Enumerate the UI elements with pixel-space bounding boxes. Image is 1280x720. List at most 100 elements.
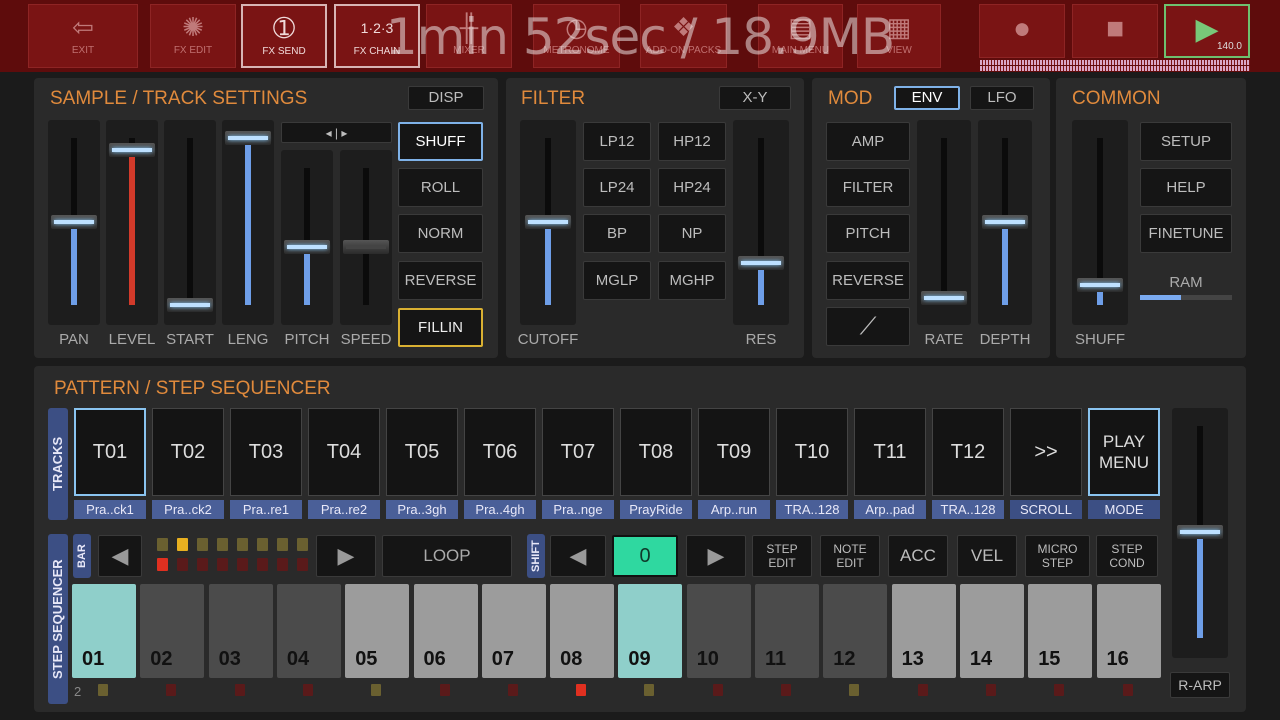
bar-led[interactable] [217, 558, 228, 571]
bar-led[interactable] [157, 538, 168, 551]
bar-prev-button[interactable]: ◀ [98, 535, 142, 577]
env-tab[interactable]: ENV [894, 86, 960, 110]
start-handle[interactable] [167, 298, 213, 312]
toolbar-fx-edit-button[interactable]: ✺ FX EDIT [150, 4, 236, 68]
step-button-13[interactable]: 13 [891, 584, 956, 678]
step-button-10[interactable]: 10 [686, 584, 751, 678]
leng-fader[interactable] [222, 120, 274, 325]
reverse-button[interactable]: REVERSE [398, 261, 483, 300]
rate-fader[interactable] [917, 120, 971, 325]
speed-fader[interactable] [340, 150, 392, 325]
loop-button[interactable]: LOOP [382, 535, 512, 577]
res-fader[interactable] [733, 120, 789, 325]
bar-led[interactable] [157, 558, 168, 571]
toolbar-fx-chain-button[interactable]: 1·2·3 FX CHAIN [334, 4, 420, 68]
step-button-16[interactable]: 16 [1096, 584, 1161, 678]
step-button-12[interactable]: 12 [823, 584, 888, 678]
micro-step-button[interactable]: MICRO STEP [1025, 535, 1090, 577]
step-button-11[interactable]: 11 [755, 584, 819, 678]
filter-lp12-button[interactable]: LP12 [583, 122, 651, 161]
track-name-13[interactable]: SCROLL [1010, 500, 1082, 519]
envelope-shape-button[interactable]: ⟋ [826, 307, 910, 346]
bar-led[interactable] [257, 558, 268, 571]
track-button-13[interactable]: >> [1010, 408, 1082, 496]
toolbar-fx-send-button[interactable]: ➀ FX SEND [241, 4, 327, 68]
filter-bp-button[interactable]: BP [583, 214, 651, 253]
filter-lp24-button[interactable]: LP24 [583, 168, 651, 207]
start-fader[interactable] [164, 120, 216, 325]
step-button-14[interactable]: 14 [959, 584, 1024, 678]
pan-fader[interactable] [48, 120, 100, 325]
track-name-11[interactable]: Arp..pad [854, 500, 926, 519]
track-button-2[interactable]: T02 [152, 408, 224, 496]
bar-led[interactable] [197, 538, 208, 551]
step-button-05[interactable]: 05 [345, 584, 410, 678]
mod-amp-button[interactable]: AMP [826, 122, 910, 161]
track-name-14[interactable]: MODE [1088, 500, 1160, 519]
norm-button[interactable]: NORM [398, 214, 483, 253]
bar-led[interactable] [277, 538, 288, 551]
lfo-tab[interactable]: LFO [970, 86, 1034, 110]
level-handle[interactable] [109, 142, 155, 157]
track-button-10[interactable]: T10 [776, 408, 848, 496]
fillin-button[interactable]: FILLIN [398, 308, 483, 347]
bar-led[interactable] [217, 538, 228, 551]
step-button-15[interactable]: 15 [1028, 584, 1093, 678]
cutoff-handle[interactable] [525, 214, 571, 229]
pan-handle[interactable] [51, 214, 97, 229]
stop-button[interactable]: ■ [1072, 4, 1158, 58]
xy-button[interactable]: X-Y [719, 86, 791, 110]
filter-mghp-button[interactable]: MGHP [658, 261, 726, 300]
r-arp-button[interactable]: R-ARP [1170, 672, 1230, 698]
toolbar-metronome-button[interactable]: ◷ METRONOME [533, 4, 620, 68]
track-button-3[interactable]: T03 [230, 408, 302, 496]
finetune-button[interactable]: FINETUNE [1140, 214, 1232, 253]
filter-np-button[interactable]: NP [658, 214, 726, 253]
step-button-08[interactable]: 08 [550, 584, 615, 678]
shuff-button[interactable]: SHUFF [398, 122, 483, 161]
track-name-1[interactable]: Pra..ck1 [74, 500, 146, 519]
toolbar-exit-button[interactable]: ⇦ EXIT [28, 4, 138, 68]
toolbar-view-button[interactable]: ▦ VIEW [857, 4, 941, 68]
setup-button[interactable]: SETUP [1140, 122, 1232, 161]
filter-mglp-button[interactable]: MGLP [583, 261, 651, 300]
toolbar-add-on-packs-button[interactable]: ❖ ADD-ON PACKS [640, 4, 727, 68]
track-button-5[interactable]: T05 [386, 408, 458, 496]
track-name-8[interactable]: PrayRide [620, 500, 692, 519]
bar-led[interactable] [297, 538, 308, 551]
bar-led[interactable] [237, 558, 248, 571]
track-button-1[interactable]: T01 [74, 408, 146, 496]
pitch-fader[interactable] [281, 150, 333, 325]
help-button[interactable]: HELP [1140, 168, 1232, 207]
track-name-9[interactable]: Arp..run [698, 500, 770, 519]
track-button-12[interactable]: T12 [932, 408, 1004, 496]
track-name-6[interactable]: Pra..4gh [464, 500, 536, 519]
depth-fader[interactable] [978, 120, 1032, 325]
step-button-03[interactable]: 03 [208, 584, 273, 678]
step-button-06[interactable]: 06 [413, 584, 478, 678]
filter-hp12-button[interactable]: HP12 [658, 122, 726, 161]
track-button-4[interactable]: T04 [308, 408, 380, 496]
master-volume-handle[interactable] [1177, 525, 1223, 539]
master-volume-fader[interactable] [1172, 408, 1228, 658]
track-name-5[interactable]: Pra..3gh [386, 500, 458, 519]
track-name-4[interactable]: Pra..re2 [308, 500, 380, 519]
track-button-9[interactable]: T09 [698, 408, 770, 496]
bar-next-button[interactable]: ▶ [316, 535, 376, 577]
track-name-12[interactable]: TRA..128 [932, 500, 1004, 519]
track-name-10[interactable]: TRA..128 [776, 500, 848, 519]
track-name-2[interactable]: Pra..ck2 [152, 500, 224, 519]
bar-led[interactable] [297, 558, 308, 571]
track-name-7[interactable]: Pra..nge [542, 500, 614, 519]
toolbar-main-menu-button[interactable]: ▤ MAIN MENU [758, 4, 843, 68]
common-shuff-handle[interactable] [1077, 277, 1123, 292]
bar-led[interactable] [177, 538, 188, 551]
shift-prev-button[interactable]: ◀ [550, 535, 606, 577]
step-cond-button[interactable]: STEP COND [1096, 535, 1158, 577]
step-button-09[interactable]: 09 [618, 584, 683, 678]
track-button-11[interactable]: T11 [854, 408, 926, 496]
direction-toggle[interactable]: ◂ | ▸ [281, 122, 392, 143]
step-button-07[interactable]: 07 [481, 584, 546, 678]
leng-handle[interactable] [225, 131, 271, 145]
bar-led[interactable] [177, 558, 188, 571]
